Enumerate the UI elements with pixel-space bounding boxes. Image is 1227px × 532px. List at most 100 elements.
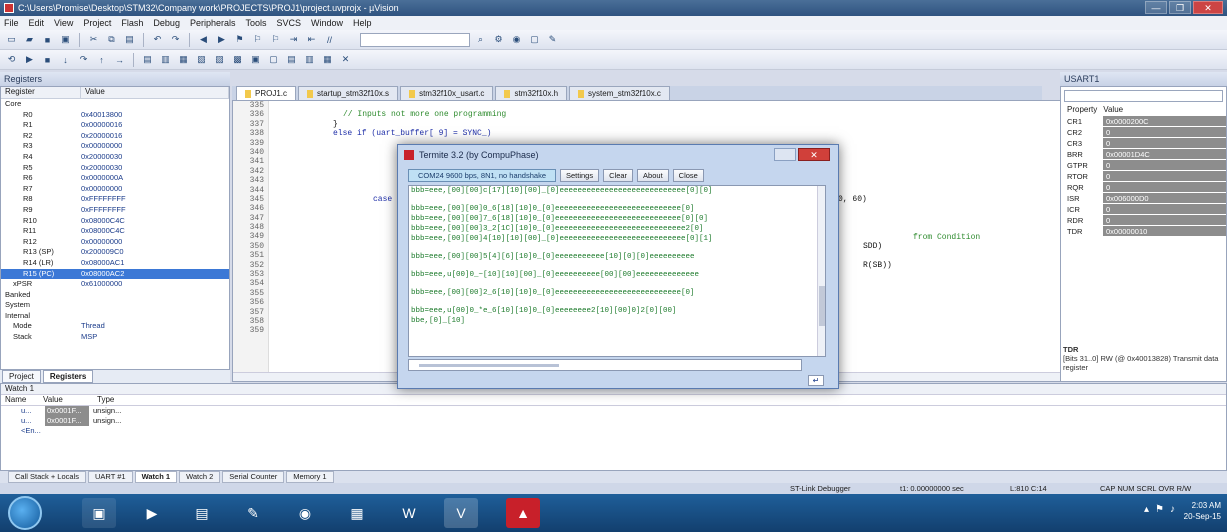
taskbar-media-icon[interactable]: ▶ <box>135 498 169 528</box>
property-value[interactable]: 0x0000200C <box>1103 116 1226 127</box>
register-row[interactable]: Internal <box>1 311 229 322</box>
taskbar-keil-icon[interactable]: V <box>444 498 478 528</box>
register-row[interactable]: R0 0x40013800 <box>1 110 229 121</box>
register-column-header[interactable]: Register <box>1 87 81 98</box>
register-row[interactable]: R3 0x00000000 <box>1 141 229 152</box>
tab-uart1[interactable]: UART #1 <box>88 471 133 483</box>
register-value[interactable]: 0x08000C4C <box>81 226 125 237</box>
register-row[interactable]: R9 0xFFFFFFFF <box>1 205 229 216</box>
register-value[interactable]: 0xFFFFFFFF <box>81 205 126 216</box>
tab-call-stack[interactable]: Call Stack + Locals <box>8 471 86 483</box>
register-row[interactable]: R10 0x08000C4C <box>1 216 229 227</box>
command-window-icon[interactable]: ▤ <box>140 52 155 67</box>
register-row[interactable]: Banked <box>1 290 229 301</box>
termite-minimize-button[interactable] <box>774 148 796 161</box>
new-file-icon[interactable]: ▭ <box>4 32 19 47</box>
menu-view[interactable]: View <box>54 18 73 28</box>
memory-icon[interactable]: ▣ <box>248 52 263 67</box>
taskbar-window-icon[interactable]: ▦ <box>340 498 374 528</box>
minimize-button[interactable]: — <box>1145 1 1167 14</box>
flag-icon[interactable]: ⚑ <box>1155 504 1164 515</box>
doc-tab-header[interactable]: stm32f10x.h <box>495 86 568 100</box>
nav-forward-icon[interactable]: ▶ <box>214 32 229 47</box>
network-icon[interactable]: ▴ <box>1144 504 1149 515</box>
tab-memory1[interactable]: Memory 1 <box>286 471 334 483</box>
tab-watch2[interactable]: Watch 2 <box>179 471 221 483</box>
system-viewer-icon[interactable]: ▦ <box>320 52 335 67</box>
window-icon[interactable]: ▢ <box>527 32 542 47</box>
tab-watch1[interactable]: Watch 1 <box>134 471 178 483</box>
close-button[interactable]: ✕ <box>1193 1 1223 14</box>
property-value[interactable]: 0 <box>1103 138 1226 149</box>
register-row[interactable]: R11 0x08000C4C <box>1 226 229 237</box>
property-value[interactable]: 0x00001D4C <box>1103 149 1226 160</box>
menu-project[interactable]: Project <box>83 18 111 28</box>
save-all-icon[interactable]: ▣ <box>58 32 73 47</box>
property-value[interactable]: 0x00000010 <box>1103 226 1226 237</box>
watch-row[interactable]: <En... <box>1 426 1226 436</box>
watch-icon[interactable]: ▩ <box>230 52 245 67</box>
property-row[interactable]: BRR 0x00001D4C <box>1061 149 1226 160</box>
termite-port-status[interactable]: COM24 9600 bps, 8N1, no handshake <box>408 168 556 182</box>
property-row[interactable]: RQR 0 <box>1061 182 1226 193</box>
termite-scrollbar[interactable] <box>817 186 825 356</box>
register-row[interactable]: R5 0x20000030 <box>1 163 229 174</box>
serial-icon[interactable]: ▢ <box>266 52 281 67</box>
save-icon[interactable]: ■ <box>40 32 55 47</box>
doc-tab-startup[interactable]: startup_stm32f10x.s <box>298 86 399 100</box>
register-value[interactable]: 0x0000000A <box>81 173 123 184</box>
watch-value[interactable]: 0x0001F... <box>45 416 89 426</box>
menu-flash[interactable]: Flash <box>121 18 143 28</box>
doc-tab-proj1[interactable]: PROJ1.c <box>236 86 297 100</box>
menu-window[interactable]: Window <box>311 18 343 28</box>
register-row[interactable]: Mode Thread <box>1 321 229 332</box>
clock[interactable]: 2:03 AM 20-Sep-15 <box>1184 500 1221 522</box>
volume-icon[interactable]: ♪ <box>1170 504 1175 515</box>
property-value[interactable]: 0 <box>1103 127 1226 138</box>
unindent-icon[interactable]: ⇤ <box>304 32 319 47</box>
property-value[interactable]: 0 <box>1103 171 1226 182</box>
doc-tab-system[interactable]: system_stm32f10x.c <box>569 86 670 100</box>
menu-debug[interactable]: Debug <box>153 18 180 28</box>
termite-close-button[interactable]: Close <box>672 168 704 182</box>
termite-output[interactable]: bbb=eee,[00][00]c[17][10][00]_[0]eeeeeee… <box>408 185 826 357</box>
registers-icon[interactable]: ▧ <box>194 52 209 67</box>
find-combo[interactable] <box>360 32 470 47</box>
register-row[interactable]: R6 0x0000000A <box>1 173 229 184</box>
register-value[interactable]: 0x40013800 <box>81 110 122 121</box>
symbols-icon[interactable]: ▦ <box>176 52 191 67</box>
tab-registers[interactable]: Registers <box>42 370 94 383</box>
termite-input-field[interactable] <box>408 359 802 371</box>
register-value[interactable]: 0x08000AC1 <box>81 258 124 269</box>
property-value[interactable]: 0 <box>1103 215 1226 226</box>
menu-help[interactable]: Help <box>353 18 372 28</box>
register-value[interactable]: 0xFFFFFFFF <box>81 194 126 205</box>
taskbar-termite-icon[interactable]: ▲ <box>506 498 540 528</box>
disassembly-icon[interactable]: ▥ <box>158 52 173 67</box>
menu-peripherals[interactable]: Peripherals <box>190 18 236 28</box>
tab-serial-counter[interactable]: Serial Counter <box>222 471 285 483</box>
property-row[interactable]: CR2 0 <box>1061 127 1226 138</box>
peripheral-search-input[interactable] <box>1064 90 1223 102</box>
termite-clear-button[interactable]: Clear <box>603 168 634 182</box>
property-row[interactable]: CR1 0x0000200C <box>1061 116 1226 127</box>
property-row[interactable]: GTPR 0 <box>1061 160 1226 171</box>
register-row[interactable]: Stack MSP <box>1 332 229 343</box>
nav-back-icon[interactable]: ◀ <box>196 32 211 47</box>
register-value[interactable]: 0x00000016 <box>81 120 122 131</box>
watch-row[interactable]: u... 0x0001F... unsign... <box>1 406 1226 416</box>
menu-svcs[interactable]: SVCS <box>277 18 302 28</box>
run-to-cursor-icon[interactable]: → <box>112 52 127 67</box>
register-value[interactable]: 0x08000AC2 <box>81 269 124 280</box>
register-row[interactable]: R2 0x20000016 <box>1 131 229 142</box>
doc-tab-usart[interactable]: stm32f10x_usart.c <box>400 86 494 100</box>
register-value[interactable]: 0x00000000 <box>81 184 122 195</box>
bookmark-prev-icon[interactable]: ⚐ <box>250 32 265 47</box>
maximize-button[interactable]: ❐ <box>1169 1 1191 14</box>
termite-close-window-button[interactable]: ✕ <box>798 148 830 161</box>
value-column-header[interactable]: Value <box>81 87 229 98</box>
open-file-icon[interactable]: ▰ <box>22 32 37 47</box>
bookmark-icon[interactable]: ⚑ <box>232 32 247 47</box>
step-into-icon[interactable]: ↓ <box>58 52 73 67</box>
analysis-icon[interactable]: ▤ <box>284 52 299 67</box>
